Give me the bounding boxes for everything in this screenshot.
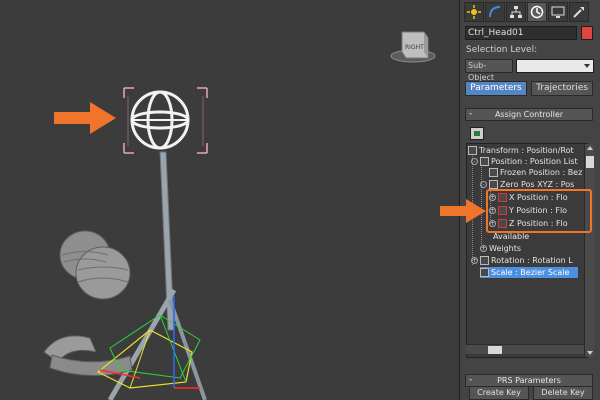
collapse-icon: - — [471, 158, 478, 165]
utilities-icon[interactable] — [569, 2, 589, 22]
rollout-collapse-icon: - — [469, 375, 473, 385]
hierarchy-icon[interactable] — [506, 2, 526, 22]
scroll-up-icon[interactable] — [587, 146, 593, 150]
controller-icon — [489, 180, 498, 189]
display-icon[interactable] — [548, 2, 568, 22]
leg-bone — [107, 288, 177, 400]
tree-vertical-scrollbar[interactable] — [584, 144, 594, 357]
view-cube-label: RIGHT — [405, 44, 424, 51]
view-cube[interactable]: RIGHT — [390, 31, 436, 63]
expand-icon: + — [480, 245, 487, 252]
scroll-thumb[interactable] — [586, 156, 594, 168]
scroll-thumb[interactable] — [488, 346, 502, 354]
mesh-spheres — [59, 230, 131, 300]
motion-icon[interactable] — [527, 2, 547, 22]
orange-arrow-icon — [54, 102, 116, 134]
tree-item-scale[interactable]: Scale : Bezier Scale — [480, 267, 578, 278]
create-icon[interactable] — [464, 2, 484, 22]
tree-item-frozen-position[interactable]: Frozen Position : Bez — [489, 167, 582, 178]
modify-icon[interactable] — [485, 2, 505, 22]
scroll-down-icon[interactable] — [587, 351, 593, 355]
list-controller-icon — [480, 157, 489, 166]
prs-parameters-title: PRS Parameters — [497, 376, 561, 385]
list-controller-icon — [480, 256, 489, 265]
selection-level-label: Selection Level: — [466, 45, 538, 55]
orange-arrow-icon — [440, 199, 486, 223]
transform-icon — [468, 146, 477, 155]
object-color-swatch[interactable] — [581, 26, 593, 40]
tree-item-weights[interactable]: + Weights — [480, 243, 521, 254]
parameters-button[interactable]: Parameters — [465, 81, 527, 96]
controller-icon — [489, 168, 498, 177]
object-name-field[interactable]: Ctrl_Head01 — [465, 26, 577, 40]
annotation-highlight-box — [486, 189, 592, 233]
assign-controller-icon[interactable] — [470, 127, 484, 140]
trajectories-button[interactable]: Trajectories — [531, 81, 593, 96]
app-window: RIGHT Ctrl_Head01 Selection Level: Sub-O… — [0, 0, 600, 400]
rollout-collapse-icon: - — [469, 109, 473, 119]
assign-controller-title: Assign Controller — [494, 110, 564, 119]
controller-tree[interactable]: Transform : Position/Rot - Position : Pos… — [466, 143, 588, 358]
tree-item-transform[interactable]: Transform : Position/Rot — [468, 145, 574, 156]
scene: RIGHT — [43, 31, 436, 400]
delete-key-button[interactable]: Delete Key — [533, 386, 593, 400]
head-controller[interactable] — [123, 87, 208, 154]
sub-object-button[interactable]: Sub-Object — [465, 59, 513, 82]
viewport[interactable]: RIGHT — [0, 0, 459, 400]
tree-item-rotation[interactable]: + Rotation : Rotation L — [471, 255, 573, 266]
create-key-button[interactable]: Create Key — [469, 386, 529, 400]
tree-horizontal-scrollbar[interactable] — [466, 344, 584, 354]
command-panel-tabs — [464, 2, 598, 22]
sub-object-dropdown[interactable] — [516, 59, 594, 73]
expand-icon: + — [471, 257, 478, 264]
tree-item-position[interactable]: - Position : Position List — [471, 156, 578, 167]
collapse-icon: - — [480, 181, 487, 188]
assign-controller-rollout[interactable]: - Assign Controller — [465, 108, 593, 121]
controller-icon — [480, 268, 489, 277]
chevron-down-icon — [584, 64, 590, 68]
